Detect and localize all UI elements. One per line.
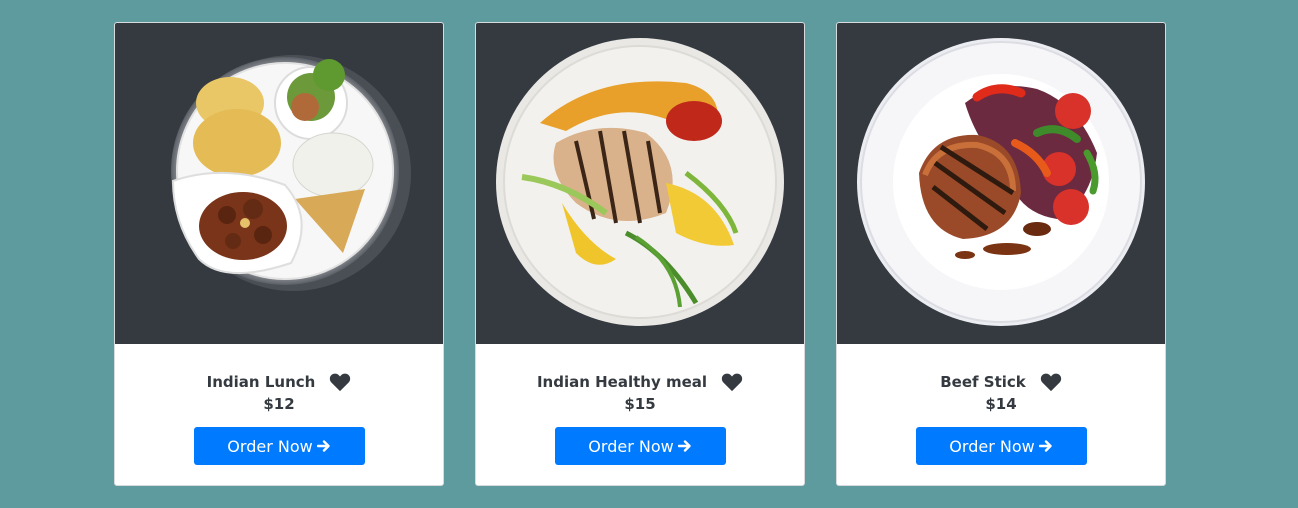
arrow-right-icon	[316, 440, 330, 452]
food-card: Indian Lunch $12 Order Now	[114, 22, 444, 486]
order-now-button[interactable]: Order Now	[193, 427, 365, 465]
heart-icon[interactable]	[329, 372, 351, 392]
indian-lunch-image	[115, 23, 443, 344]
title-row: Indian Healthy meal	[476, 370, 804, 394]
food-card: Indian Healthy meal $15 Order Now	[475, 22, 805, 486]
beef-stick-image	[837, 23, 1165, 344]
order-now-button[interactable]: Order Now	[554, 427, 726, 465]
arrow-right-icon	[677, 440, 691, 452]
order-now-label: Order Now	[227, 436, 313, 456]
indian-healthy-meal-image	[476, 23, 804, 344]
order-now-button[interactable]: Order Now	[915, 427, 1087, 465]
heart-icon[interactable]	[1040, 372, 1062, 392]
card-body: Beef Stick $14 Order Now	[837, 344, 1165, 485]
card-title: Indian Lunch	[206, 373, 316, 391]
food-card: Beef Stick $14 Order Now	[836, 22, 1166, 486]
price: $14	[985, 395, 1017, 413]
card-body: Indian Healthy meal $15 Order Now	[476, 344, 804, 485]
order-now-label: Order Now	[588, 436, 674, 456]
arrow-right-icon	[1038, 440, 1052, 452]
title-row: Indian Lunch	[115, 370, 443, 394]
menu-cards: Indian Lunch $12 Order Now Indian Health…	[114, 22, 1166, 486]
card-title: Indian Healthy meal	[536, 373, 708, 391]
title-row: Beef Stick	[837, 370, 1165, 394]
price: $12	[263, 395, 295, 413]
card-title: Beef Stick	[940, 373, 1026, 391]
card-body: Indian Lunch $12 Order Now	[115, 344, 443, 485]
price: $15	[624, 395, 656, 413]
heart-icon[interactable]	[721, 372, 743, 392]
order-now-label: Order Now	[949, 436, 1035, 456]
